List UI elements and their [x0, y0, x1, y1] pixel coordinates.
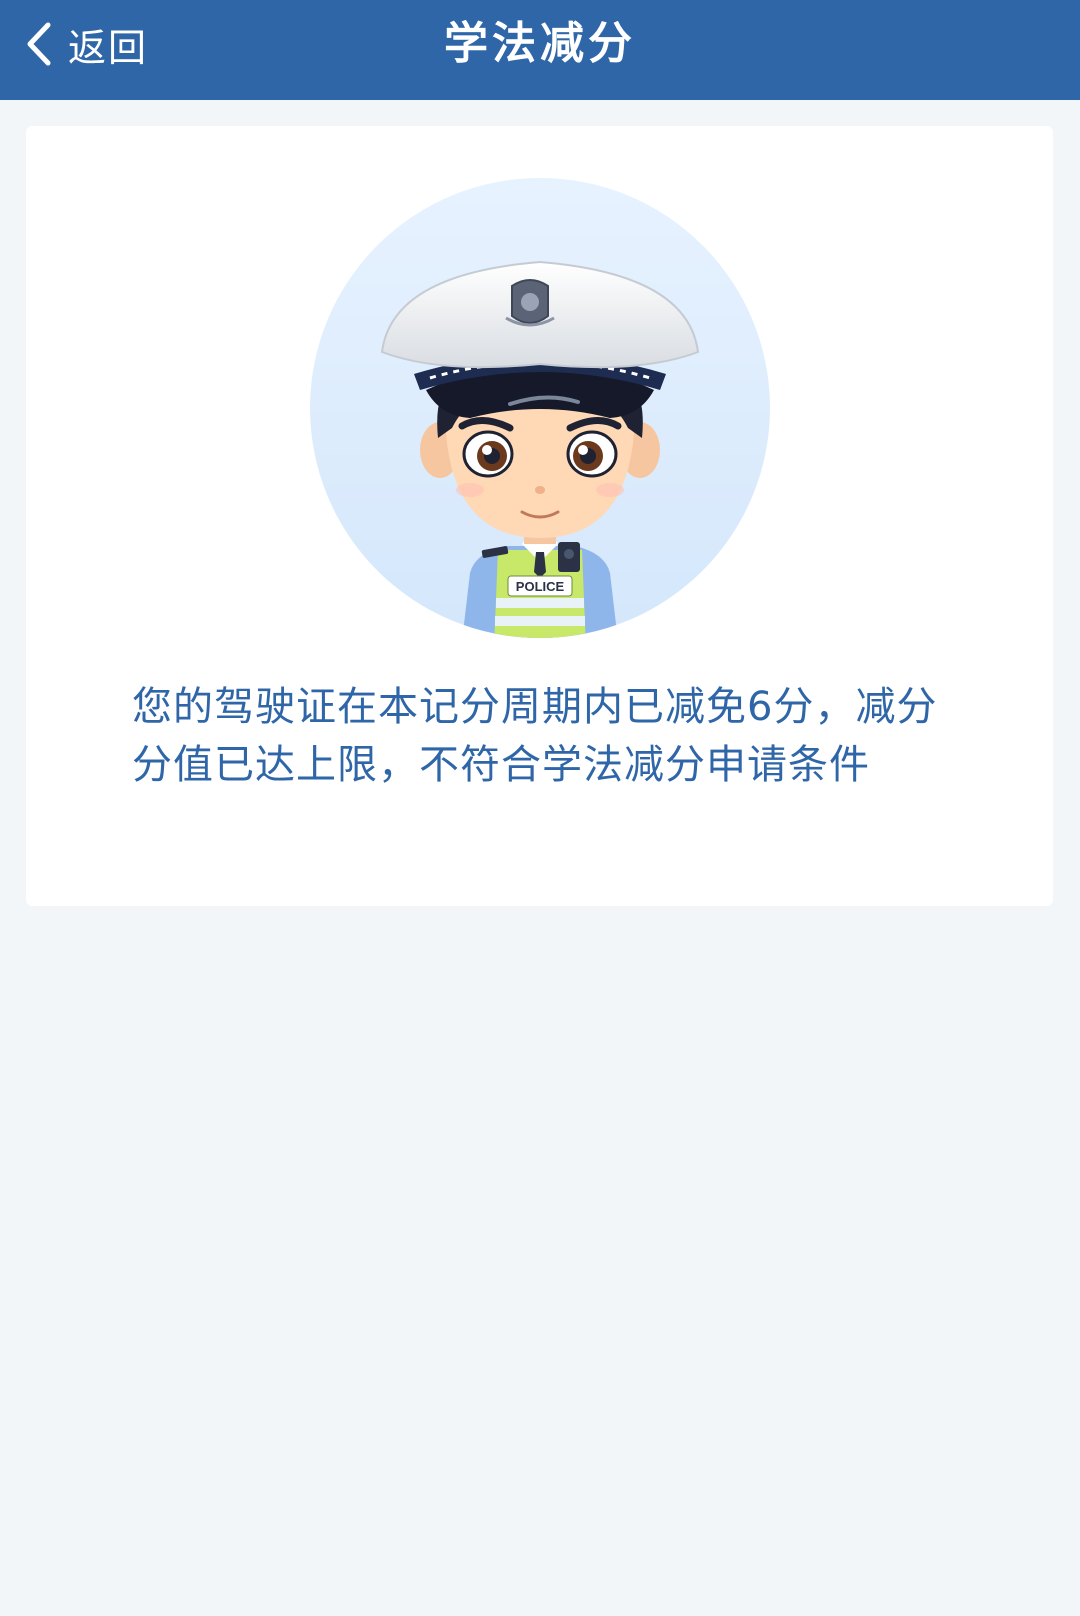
- ineligibility-message: 您的驾驶证在本记分周期内已减免6分，减分分值已达上限，不符合学法减分申请条件: [132, 684, 938, 788]
- result-card: POLICE 您的驾驶证在本记分周期内已减免6分，减分分值已达上限，不符合学法减…: [26, 126, 1053, 906]
- navigation-bar: 返回 学法减分: [0, 0, 1080, 100]
- police-officer-avatar: POLICE: [310, 178, 770, 638]
- police-badge-text: POLICE: [516, 579, 565, 594]
- page-title: 学法减分: [444, 18, 636, 69]
